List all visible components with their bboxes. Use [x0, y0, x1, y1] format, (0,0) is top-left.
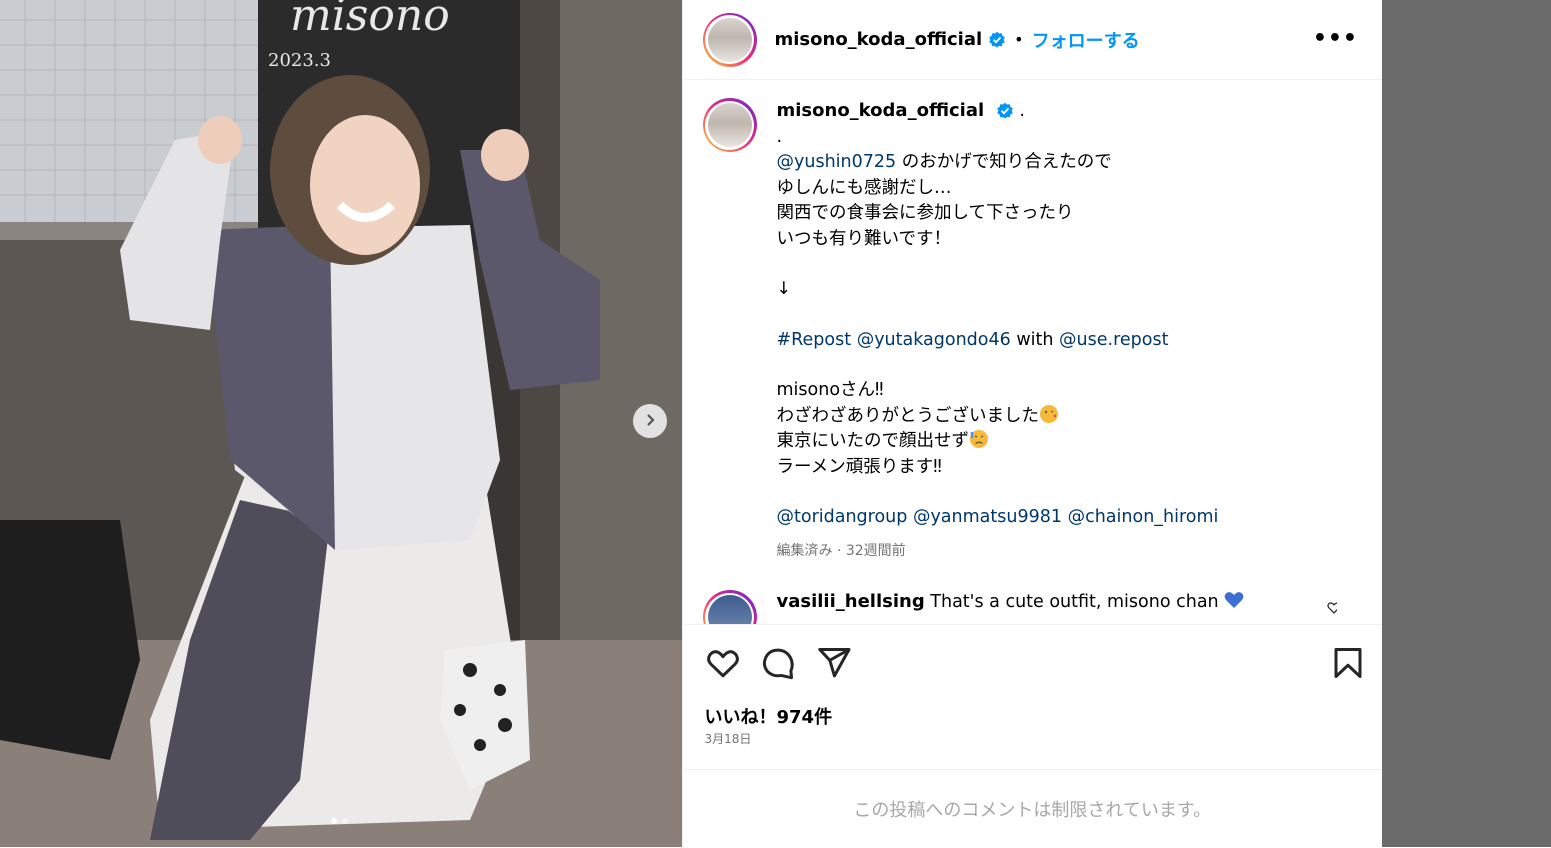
comment-text: That's a cute outfit, misono chan: [930, 592, 1219, 612]
verified-badge-icon: [996, 102, 1014, 120]
comment-username[interactable]: vasilii_hellsing: [777, 591, 925, 612]
post-side-panel: misono_koda_official • フォローする ••• misono…: [681, 0, 1382, 848]
caption-line: 関西での食事会に参加して下さったり: [776, 203, 1074, 223]
caption-line: わざわざありがとうございました: [776, 405, 1040, 426]
caption-line-dot: .: [776, 126, 783, 147]
mention-link[interactable]: @toridangroup: [777, 507, 908, 527]
more-icon[interactable]: •••: [1313, 26, 1358, 51]
caption-line: いつも有り難いです！: [776, 228, 951, 249]
caption-username[interactable]: misono_koda_official: [777, 100, 985, 121]
avatar[interactable]: [702, 12, 757, 67]
caption-arrow: ↓: [776, 279, 792, 299]
comment-icon[interactable]: [760, 645, 796, 681]
photo-sign-year: 2023.3: [268, 50, 331, 71]
kiss-emoji: [1039, 404, 1059, 426]
caption-with: with: [1010, 329, 1060, 350]
next-photo-button[interactable]: [633, 404, 667, 438]
post-photo[interactable]: misono 2023.3: [0, 0, 682, 847]
chevron-right-icon: [643, 412, 657, 431]
header-separator: •: [1014, 30, 1024, 49]
post-actions: いいね！974件 3月18日: [682, 624, 1382, 770]
mention-link[interactable]: @chainon_hiromi: [1068, 507, 1219, 527]
caption-line: のおかげで知り合えたので: [896, 152, 1112, 172]
carousel-dot: [342, 818, 348, 824]
hashtag-link[interactable]: #Repost: [777, 330, 852, 350]
comment-avatar-image: [707, 595, 752, 624]
carousel-dot-active: [331, 818, 337, 824]
share-icon[interactable]: [816, 645, 852, 681]
mention-link[interactable]: @use.repost: [1059, 330, 1168, 350]
small-heart-icon[interactable]: [1326, 598, 1337, 622]
caption-line: ラーメン頑張ります‼︎: [776, 456, 942, 477]
heart-icon[interactable]: [705, 645, 741, 681]
follow-button[interactable]: フォローする: [1032, 27, 1140, 53]
photo-illustration: misono 2023.3: [0, 0, 682, 847]
caption-line: 東京にいたので顔出せず: [776, 431, 970, 451]
post-dialog: misono 2023.3 misono_koda_official • フォロ…: [0, 0, 1382, 847]
sad-emoji: [969, 430, 989, 451]
mention-link[interactable]: @yutakagondo46: [857, 330, 1011, 350]
caption-meta: 編集済み · 32週間前: [776, 542, 906, 559]
comment-avatar[interactable]: [702, 590, 757, 624]
blue-heart-emoji: [1224, 592, 1244, 612]
post-username[interactable]: misono_koda_official: [775, 29, 983, 50]
verified-badge-icon: [988, 31, 1006, 49]
caption-avatar-image: [707, 103, 752, 147]
likes-count[interactable]: いいね！974件: [705, 703, 833, 729]
post-caption: misono_koda_official . . @yushin0725 のおか…: [702, 98, 1363, 564]
carousel-indicator: [331, 818, 348, 824]
caption-text: misono_koda_official . . @yushin0725 のおか…: [777, 98, 1219, 564]
bookmark-icon[interactable]: [1330, 645, 1366, 681]
caption-line: misonoさん‼︎: [776, 380, 884, 400]
mention-link[interactable]: @yanmatsu9981: [913, 507, 1062, 527]
caption-first-dot: .: [1019, 101, 1025, 121]
post-header: misono_koda_official • フォローする •••: [682, 0, 1382, 80]
post-date: 3月18日: [704, 732, 752, 746]
caption-line: ゆしんにも感謝だし…: [776, 177, 952, 198]
mention-link[interactable]: @yushin0725: [777, 152, 897, 172]
caption-avatar[interactable]: [702, 98, 757, 152]
comments-limited-notice: この投稿へのコメントは制限されています。: [682, 769, 1382, 848]
comment-item: vasilii_hellsing That's a cute outfit, m…: [702, 590, 1337, 624]
photo-sign-text: misono: [290, 0, 450, 41]
avatar-image: [707, 17, 752, 62]
